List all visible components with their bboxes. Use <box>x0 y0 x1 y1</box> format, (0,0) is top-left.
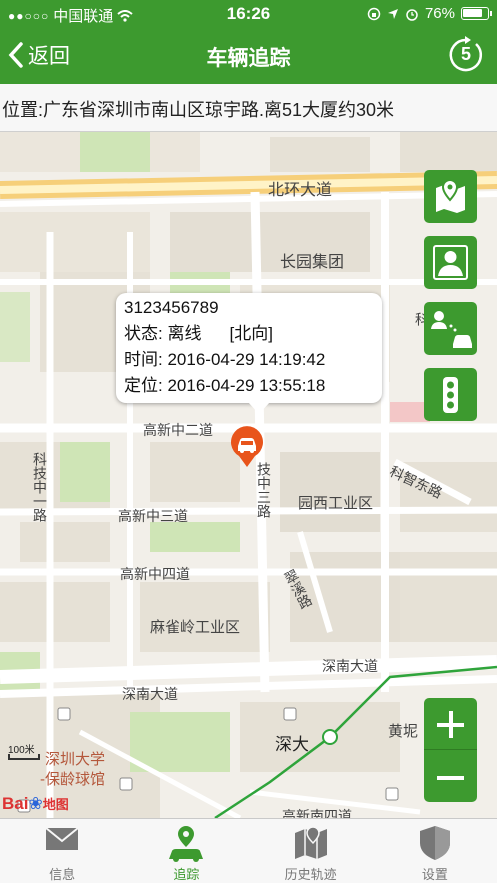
person-to-car-button[interactable] <box>424 302 477 355</box>
rotation-lock-icon <box>367 7 381 20</box>
direction-value: [北向] <box>229 324 273 343</box>
person-car-icon <box>431 311 472 348</box>
map-label-beihuan: 北环大道 <box>268 182 333 199</box>
tab-tracking[interactable]: 追踪 <box>124 819 248 883</box>
tab-bar: 信息 追踪 历史轨迹 设置 <box>0 818 497 883</box>
time-value: 2016-04-29 14:19:42 <box>167 350 326 369</box>
refresh-countdown-button[interactable]: 5 <box>447 36 485 74</box>
map-label-shenda-station: 深大 <box>275 735 309 754</box>
map-label-shennan-right: 深南大道 <box>322 658 378 674</box>
battery-percent: 76% <box>424 5 455 22</box>
tab-history[interactable]: 历史轨迹 <box>249 819 373 883</box>
fix-value: 2016-04-29 13:55:18 <box>167 376 326 395</box>
traffic-light-icon <box>443 377 458 413</box>
map-label-gaoxin3: 高新中三道 <box>118 508 188 524</box>
tab-settings[interactable]: 设置 <box>373 819 497 883</box>
map-layer-button[interactable] <box>424 170 477 223</box>
time-label: 时间: <box>124 350 163 369</box>
fix-label: 定位: <box>124 376 163 395</box>
map-label-yuanxi: 园西工业区 <box>298 495 374 512</box>
zoom-out-button[interactable] <box>424 750 477 802</box>
status-label: 状态: <box>124 324 163 343</box>
route-map-icon <box>294 826 327 859</box>
vehicle-plate: 3123456789 <box>124 298 219 317</box>
vehicle-info-popup[interactable]: 3123456789 状态: 离线 [北向] 时间: 2016-04-29 14:… <box>116 293 382 414</box>
map-label-szu: 深圳大学 <box>45 751 106 768</box>
map-scale-bar <box>8 754 40 760</box>
tab-info-label: 信息 <box>49 867 76 882</box>
zoom-control <box>424 698 477 802</box>
status-value: 离线 <box>167 324 202 343</box>
zoom-in-button[interactable] <box>424 698 477 750</box>
map-label-shennan-left: 深南大道 <box>122 686 178 702</box>
traffic-button[interactable] <box>424 368 477 421</box>
map-label-keji1: 科技中一路 <box>32 452 48 522</box>
location-arrow-icon <box>387 8 398 19</box>
nav-bar: 返回 车辆追踪 5 <box>0 28 497 84</box>
baidu-map-logo: Bai❀地图 <box>2 794 69 813</box>
car-location-icon <box>169 826 204 862</box>
page-title: 车辆追踪 <box>206 47 291 70</box>
map-label-bowling: -保龄球馆 <box>40 771 105 788</box>
location-address: 位置:广东省深圳市南山区琼宇路.离51大厦约30米 <box>0 84 497 132</box>
map-label-gaoxin4: 高新中四道 <box>120 566 190 582</box>
mail-icon <box>45 827 79 850</box>
status-bar: ●●○○○ 中国联通 16:26 76% <box>0 0 497 28</box>
map-label-keji3: 技中三路 <box>256 462 272 518</box>
refresh-count: 5 <box>460 44 471 64</box>
tab-tracking-label: 追踪 <box>173 867 200 882</box>
map-view[interactable]: 北环大道 长园集团 高新中二道 高新中三道 高新中四道 科技中一路 技中三路 园… <box>0 132 497 818</box>
person-icon <box>433 245 468 280</box>
map-label-majialing: 麻雀岭工业区 <box>150 619 241 636</box>
user-location-button[interactable] <box>424 236 477 289</box>
tab-history-label: 历史轨迹 <box>284 867 337 882</box>
tab-settings-label: 设置 <box>421 867 448 882</box>
alarm-icon <box>406 8 418 21</box>
tab-info[interactable]: 信息 <box>0 819 124 883</box>
battery-icon <box>461 7 492 20</box>
map-label-gaoxin2: 高新中二道 <box>143 422 213 438</box>
map-label-huangni: 黄坭 <box>388 723 419 740</box>
car-marker-icon[interactable] <box>229 426 265 468</box>
shield-settings-icon <box>419 826 450 860</box>
map-label-gaoxin-south4: 高新南四道 <box>282 808 352 818</box>
map-pin-icon <box>436 178 465 213</box>
map-label-changyuan: 长园集团 <box>280 254 345 271</box>
